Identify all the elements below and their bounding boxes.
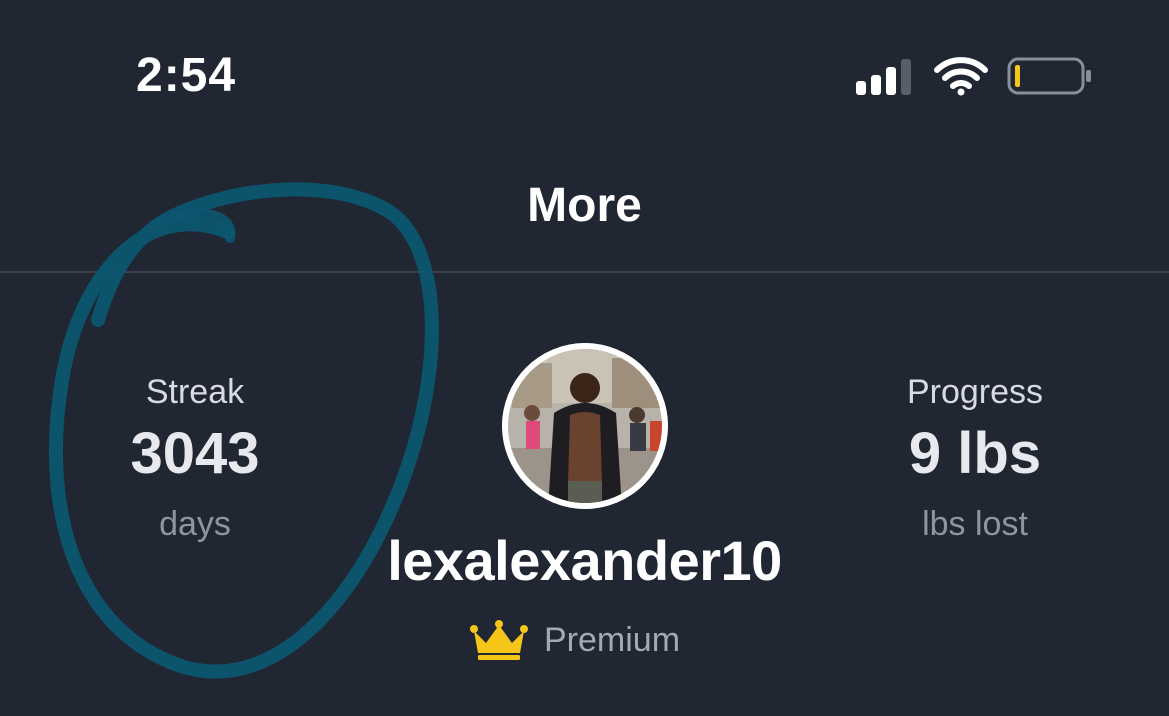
progress-stat[interactable]: Progress 9 lbs lbs lost — [825, 370, 1125, 554]
avatar-photo — [502, 343, 668, 509]
progress-label: Progress — [906, 373, 1044, 411]
header-divider — [0, 271, 1169, 273]
battery-icon — [1007, 57, 1091, 95]
crown-icon — [470, 620, 528, 660]
streak-value: 3043 — [130, 421, 260, 486]
signal-icon — [856, 59, 911, 95]
username: lexalexander10 — [387, 529, 782, 592]
page-title: More — [527, 179, 642, 232]
avatar[interactable] — [502, 343, 668, 509]
status-bar: 2:54 — [0, 0, 1169, 150]
progress-value: 9 lbs — [908, 421, 1042, 486]
wifi-icon — [934, 57, 988, 96]
streak-stat[interactable]: Streak 3043 days — [45, 370, 345, 554]
status-time: 2:54 — [136, 49, 237, 102]
more-screen: 2:54 More Streak 3043 days Progress 9 lb… — [0, 0, 1169, 716]
premium-badge[interactable]: Premium — [470, 616, 680, 664]
premium-label: Premium — [544, 620, 681, 659]
streak-label: Streak — [145, 373, 245, 411]
